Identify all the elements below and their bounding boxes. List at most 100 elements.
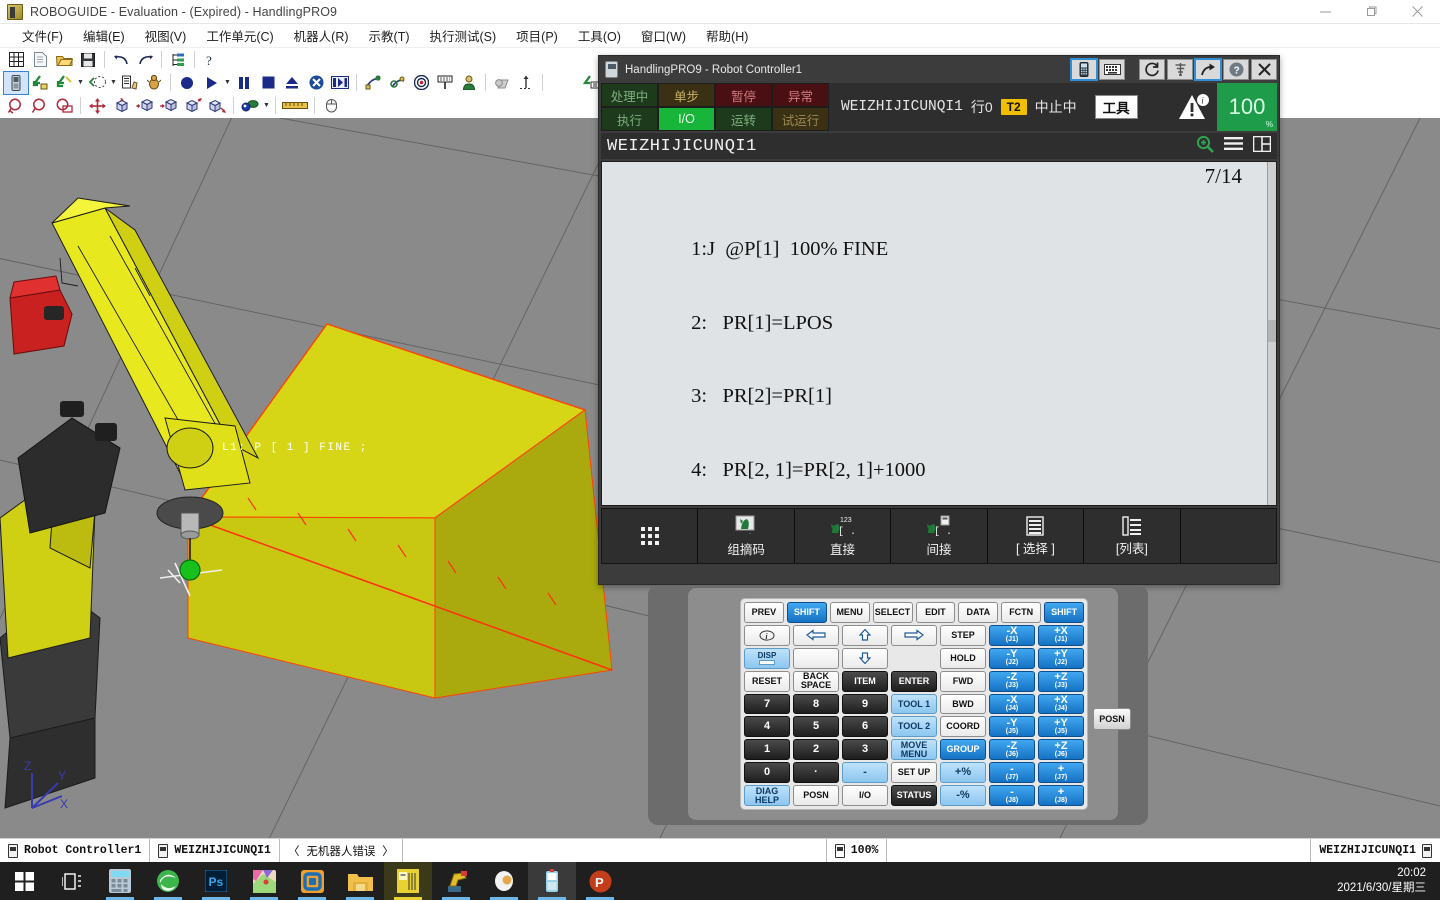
detach-button[interactable] <box>1194 58 1222 81</box>
view-front-icon[interactable] <box>181 95 205 117</box>
key-fctn[interactable]: FCTN <box>1001 602 1042 623</box>
key-fwd[interactable]: FWD <box>940 670 986 692</box>
taskbar-clock[interactable]: 20:02 2021/6/30/星期三 <box>1337 866 1440 896</box>
key-prev[interactable]: PREV <box>744 602 784 623</box>
key-bwd[interactable]: BWD <box>940 693 986 715</box>
redo-icon[interactable] <box>133 49 157 71</box>
warning-info-icon[interactable]: i <box>1171 83 1217 131</box>
ghost-icon[interactable] <box>490 72 514 94</box>
camera-view-icon[interactable] <box>238 95 262 117</box>
ruler-icon[interactable] <box>280 95 310 117</box>
key-minus-x-j4[interactable]: -X (J4) <box>989 693 1035 715</box>
lamp-io[interactable]: I/O <box>658 107 715 131</box>
robot-bug-icon[interactable] <box>142 72 166 94</box>
key-hold[interactable]: HOLD <box>940 647 986 669</box>
key-1[interactable]: 1 <box>744 739 790 761</box>
trace-icon[interactable] <box>85 72 109 94</box>
open-folder-icon[interactable] <box>52 49 76 71</box>
taskbar-explorer[interactable] <box>336 862 384 900</box>
taskbar-powerpoint[interactable]: P <box>576 862 624 900</box>
key-tool-2[interactable]: TOOL 2 <box>891 716 937 738</box>
screen-scrollbar[interactable] <box>1267 162 1276 505</box>
key-arrow-right[interactable] <box>891 624 937 646</box>
cycle-icon[interactable] <box>385 72 409 94</box>
minimize-button[interactable] <box>1302 0 1348 24</box>
zoom-in-icon[interactable] <box>4 95 28 117</box>
key-8[interactable]: 8 <box>793 693 839 715</box>
undo-icon[interactable] <box>109 49 133 71</box>
status-controller-cell[interactable]: Robot Controller1 <box>0 838 151 863</box>
key-minus-z-j6[interactable]: -Z (J6) <box>989 739 1035 761</box>
key-minus-y-j5[interactable]: -Y (J5) <box>989 716 1035 738</box>
menu-help[interactable]: 帮助(H) <box>696 24 758 47</box>
maximize-button[interactable] <box>1348 0 1394 24</box>
fkey-group-mask[interactable]: · 组摘码 <box>698 509 795 563</box>
record-icon[interactable] <box>175 72 199 94</box>
jog-lock-icon[interactable] <box>28 72 52 94</box>
key-io[interactable]: I/O <box>842 785 888 807</box>
key-minus-y-j2[interactable]: -Y (J2) <box>989 647 1035 669</box>
fkey-list[interactable]: [列表] <box>1084 509 1181 563</box>
grid-icon[interactable] <box>4 49 28 71</box>
key-enter[interactable]: ENTER <box>891 670 937 692</box>
keyboard-toggle-button[interactable] <box>1099 59 1125 80</box>
chevron-down-icon[interactable]: ▼ <box>76 72 85 94</box>
info-tool-frame[interactable]: 工具 <box>1094 95 1138 119</box>
teach-pendant-icon[interactable] <box>3 70 29 95</box>
close-controller-button[interactable] <box>1251 59 1277 80</box>
key-minus-z-j3[interactable]: -Z (J3) <box>989 670 1035 692</box>
menu-edit[interactable]: 编辑(E) <box>73 24 135 47</box>
view-left-icon[interactable] <box>133 95 157 117</box>
key-minus-j8[interactable]: - (J8) <box>989 785 1035 807</box>
play-icon[interactable] <box>199 72 223 94</box>
key-info[interactable]: i <box>744 624 790 646</box>
key-speed-up[interactable]: +% <box>940 762 986 784</box>
key-plus-j7[interactable]: + (J7) <box>1038 762 1084 784</box>
lamp-run[interactable]: 执行 <box>601 107 658 131</box>
menu-test-run[interactable]: 执行测试(S) <box>420 24 507 47</box>
view-right-icon[interactable] <box>157 95 181 117</box>
stop-icon[interactable] <box>256 72 280 94</box>
key-status[interactable]: STATUS <box>891 785 937 807</box>
view-top-icon[interactable] <box>109 95 133 117</box>
taskbar-photoshop[interactable]: Ps <box>192 862 240 900</box>
close-button[interactable] <box>1394 0 1440 24</box>
lamp-dryrun[interactable]: 试运行 <box>772 107 829 131</box>
scrollbar-thumb[interactable] <box>1268 319 1276 342</box>
taskbar-paint[interactable] <box>240 862 288 900</box>
sign-icon[interactable] <box>433 72 457 94</box>
chevron-down-icon[interactable]: ▼ <box>109 72 118 94</box>
taskbar-roboguide[interactable] <box>384 862 432 900</box>
key-arrow-down[interactable] <box>842 647 888 669</box>
lamp-step[interactable]: 单步 <box>658 83 715 107</box>
key-select[interactable]: SELECT <box>872 602 913 623</box>
key-posn[interactable]: POSN <box>793 785 839 807</box>
split-view-icon[interactable] <box>1252 135 1272 157</box>
pause-icon[interactable] <box>232 72 256 94</box>
taskbar-calculator[interactable] <box>96 862 144 900</box>
key-step[interactable]: STEP <box>940 624 986 646</box>
help-pointer-icon[interactable]: ? <box>199 49 223 71</box>
key-move-menu[interactable]: MOVE MENU <box>891 739 937 761</box>
key-shift-right[interactable]: SHIFT <box>1044 602 1084 623</box>
menu-file[interactable]: 文件(F) <box>12 24 73 47</box>
key-minus[interactable]: - <box>842 762 888 784</box>
taskbar-robot-app[interactable] <box>432 862 480 900</box>
start-button[interactable] <box>0 862 48 900</box>
key-edit[interactable]: EDIT <box>915 602 956 623</box>
view-iso-icon[interactable] <box>205 95 229 117</box>
key-7[interactable]: 7 <box>744 693 790 715</box>
key-dot[interactable]: · <box>793 762 839 784</box>
fkey-blank[interactable] <box>1181 509 1276 563</box>
taskbar-office[interactable] <box>288 862 336 900</box>
help-button[interactable]: ? <box>1223 59 1249 80</box>
jog-icon[interactable] <box>52 72 76 94</box>
menu-teach[interactable]: 示教(T) <box>359 24 420 47</box>
fkey-indirect[interactable]: [ . 间接 <box>891 509 988 563</box>
key-tool-1[interactable]: TOOL 1 <box>891 693 937 715</box>
key-plus-z-j3[interactable]: +Z (J3) <box>1038 670 1084 692</box>
key-plus-x-j4[interactable]: +X (J4) <box>1038 693 1084 715</box>
menu-lines-icon[interactable] <box>1224 136 1243 156</box>
key-arrow-left[interactable] <box>793 624 839 646</box>
key-minus-x-j1[interactable]: -X (J1) <box>989 624 1035 646</box>
